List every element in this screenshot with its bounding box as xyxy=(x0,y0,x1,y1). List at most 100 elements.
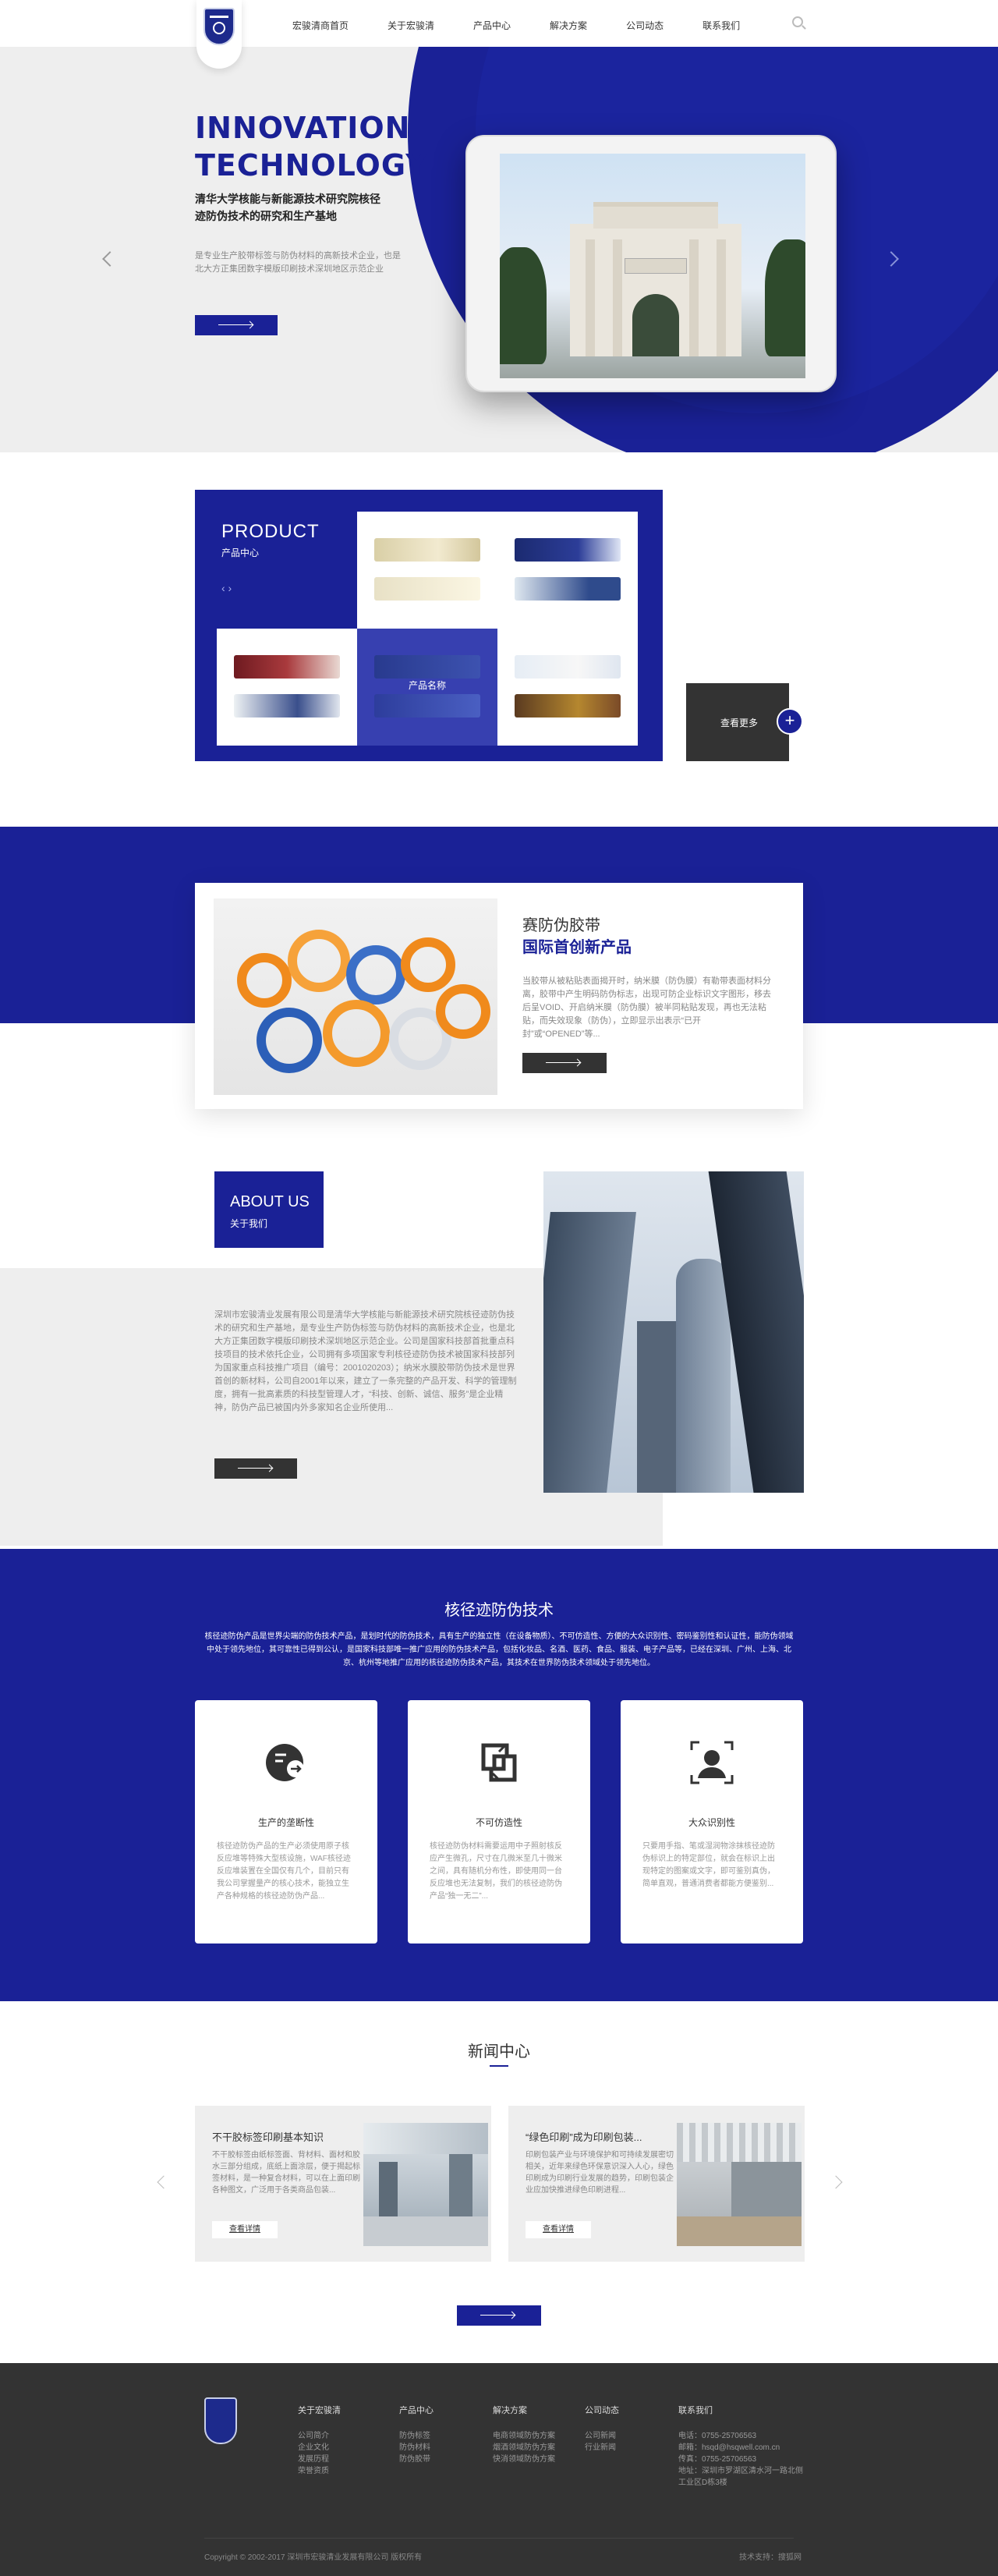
footer-link[interactable]: 发展历程 xyxy=(298,2454,341,2465)
footer-link[interactable]: 公司简介 xyxy=(298,2430,341,2442)
footer-col-title: 解决方案 xyxy=(493,2406,527,2415)
footer-link[interactable]: 行业新闻 xyxy=(585,2442,619,2454)
news-card-title: 不干胶标签印刷基本知识 xyxy=(212,2131,324,2143)
footer-col-news: 公司动态 公司新闻 行业新闻 xyxy=(585,2404,619,2454)
news-detail-button[interactable]: 查看详情 xyxy=(212,2221,278,2238)
footer-link[interactable]: 防伪标签 xyxy=(399,2430,434,2442)
product-grid: PRODUCT 产品中心 ‹ › 产品名称 xyxy=(195,490,663,761)
gate-column xyxy=(586,239,595,356)
page: 宏骏清商首页 关于宏骏清 产品中心 解决方案 公司动态 联系我们 INNOVAT… xyxy=(0,0,998,2576)
footer-col-products: 产品中心 防伪标签 防伪材料 防伪胶带 xyxy=(399,2404,434,2465)
tech-card[interactable]: 大众识别性 只要用手指、笔或湿润物涂抹核径迹防伪标识上的特定部位，就会在标识上出… xyxy=(621,1700,803,1944)
nav-about[interactable]: 关于宏骏清 xyxy=(388,19,434,32)
hero-desc: 是专业生产胶带标签与防伪材料的高新技术企业，也是北大方正集团数字模版印刷技术深圳… xyxy=(195,251,401,274)
product-item[interactable] xyxy=(497,512,638,629)
tech-card-title: 不可仿造性 xyxy=(475,1817,522,1828)
about-subtitle: 关于我们 xyxy=(230,1218,268,1229)
building xyxy=(543,1212,636,1493)
ceiling xyxy=(677,2123,802,2162)
footer-link[interactable]: 防伪材料 xyxy=(399,2442,434,2454)
copyright: Copyright © 2002-2017 深圳市宏骏清业发展有限公司 版权所有 xyxy=(204,2553,423,2562)
view-more-button[interactable]: 查看更多 + xyxy=(686,683,803,761)
footer-contact-email[interactable]: 邮箱：hsqd@hsqwell.com.cn xyxy=(678,2442,803,2454)
footer-contact-fax: 传真：0755-25706563 xyxy=(678,2455,757,2464)
tech-card[interactable]: 不可仿造性 核径迹防伪材料需要运用中子照射核反应产生微孔，尺寸在几微米至几十微米… xyxy=(408,1700,590,1944)
gate xyxy=(570,202,741,356)
nav-news[interactable]: 公司动态 xyxy=(626,19,664,32)
nav-home[interactable]: 宏骏清商首页 xyxy=(292,19,349,32)
tape-title: 赛防伪胶带 xyxy=(522,917,600,934)
news-photo-mall xyxy=(363,2123,488,2246)
tape-roll xyxy=(257,1008,322,1073)
search-icon[interactable] xyxy=(792,16,803,27)
news-prev-arrow-icon[interactable] xyxy=(157,2175,171,2189)
label-image xyxy=(515,655,621,679)
product-name: 产品名称 xyxy=(408,680,446,691)
about-desc: 深圳市宏骏清业发展有限公司是清华大学核能与新能源技术研究院核径迹防伪技术的研究和… xyxy=(214,1310,517,1412)
arrow-right-icon xyxy=(480,2315,515,2316)
swap-icon xyxy=(481,1743,517,1782)
product-arrows-icon[interactable]: ‹ › xyxy=(221,582,232,594)
news-detail-button[interactable]: 查看详情 xyxy=(526,2221,591,2238)
product-item[interactable] xyxy=(357,512,497,629)
footer-link[interactable]: 防伪胶带 xyxy=(399,2454,434,2465)
tape-desc: 当胶带从被粘贴表面揭开时，纳米膜（防伪膜）有勒带表面材料分离，胶带中产生明码防伪… xyxy=(522,976,771,1039)
product-item[interactable] xyxy=(497,629,638,746)
label-image xyxy=(374,655,480,679)
footer-contact-phone: 电话：0755-25706563 xyxy=(678,2432,757,2440)
tech-card-desc: 只要用手指、笔或湿润物涂抹核径迹防伪标识上的特定部位，就会在标识上出现特定的图案… xyxy=(642,1842,775,1888)
news-card-desc: 印刷包装产业与环境保护和可持续发展密切相关，近年来绿色环保意识深入人心，绿色印刷… xyxy=(526,2151,674,2195)
footer-link[interactable]: 快消领域防伪方案 xyxy=(493,2454,555,2465)
footer-link[interactable]: 企业文化 xyxy=(298,2442,341,2454)
footer-link[interactable]: 荣誉资质 xyxy=(298,2465,341,2477)
nav-contact[interactable]: 联系我们 xyxy=(702,19,740,32)
tape-feature-card: 赛防伪胶带 国际首创新产品 当胶带从被粘贴表面揭开时，纳米膜（防伪膜）有勒带表面… xyxy=(195,883,803,1109)
tech-title: 核径迹防伪技术 xyxy=(444,1602,554,1619)
tech-card[interactable]: 生产的垄断性 核径迹防伪产品的生产必须使用原子核反应堆等特殊大型核设施，WAF核… xyxy=(195,1700,377,1944)
footer-col-title: 联系我们 xyxy=(678,2406,713,2415)
hero-more-button[interactable] xyxy=(195,315,278,335)
product-title: PRODUCT xyxy=(221,521,320,542)
footer-col-title: 关于宏骏清 xyxy=(298,2406,341,2415)
news-card-desc: 不干胶标签由纸标签面、背材料、面材和胶水三部分组成，底纸上面涂层，便于揭起标签材… xyxy=(212,2151,360,2195)
footer-link[interactable]: 公司新闻 xyxy=(585,2430,619,2442)
gate-sign xyxy=(625,258,687,274)
plus-icon: + xyxy=(777,708,803,735)
tape-roll xyxy=(346,945,405,1005)
tablet-image xyxy=(465,135,837,392)
user-scan-icon xyxy=(690,1741,734,1784)
about-heading-box: ABOUT US 关于我们 xyxy=(214,1171,324,1248)
about-title: ABOUT US xyxy=(230,1193,310,1210)
hero-prev-arrow-icon[interactable] xyxy=(102,251,118,267)
label-image xyxy=(515,694,621,718)
gate-column xyxy=(717,239,726,356)
footer-contact-address-2: 工业区D栋3楼 xyxy=(678,2479,727,2487)
hero-title: INNOVATION TECHNOLOGY xyxy=(195,109,428,184)
gate-arch xyxy=(632,294,679,356)
product-subtitle: 产品中心 xyxy=(221,547,260,558)
tape-roll xyxy=(436,984,490,1039)
gate-column xyxy=(613,239,622,356)
product-item[interactable] xyxy=(217,629,357,746)
logo[interactable] xyxy=(196,0,242,69)
news-more-button[interactable] xyxy=(457,2305,541,2326)
tsinghua-gate-photo xyxy=(500,154,805,378)
about-more-button[interactable] xyxy=(214,1458,297,1479)
news-next-arrow-icon[interactable] xyxy=(829,2175,843,2189)
shield-logo-icon xyxy=(203,8,235,45)
tech-card-desc: 核径迹防伪产品的生产必须使用原子核反应堆等特殊大型核设施，WAF核径迹反应堆装置… xyxy=(217,1842,351,1901)
news-title: 新闻中心 xyxy=(468,2043,530,2060)
product-item-active[interactable]: 产品名称 xyxy=(357,629,497,746)
label-image xyxy=(374,577,480,601)
news-underline xyxy=(490,2065,508,2067)
header: 宏骏清商首页 关于宏骏清 产品中心 解决方案 公司动态 联系我们 xyxy=(0,0,998,69)
tech-support: 技术支持：搜狐网 xyxy=(739,2553,802,2562)
footer-link[interactable]: 烟酒领域防伪方案 xyxy=(493,2442,555,2454)
footer-link[interactable]: 电商领域防伪方案 xyxy=(493,2430,555,2442)
nav-products[interactable]: 产品中心 xyxy=(473,19,511,32)
tape-more-button[interactable] xyxy=(522,1053,607,1073)
building xyxy=(676,1259,731,1493)
nav-solutions[interactable]: 解决方案 xyxy=(550,19,587,32)
hero-banner xyxy=(0,47,998,452)
label-image xyxy=(515,538,621,562)
